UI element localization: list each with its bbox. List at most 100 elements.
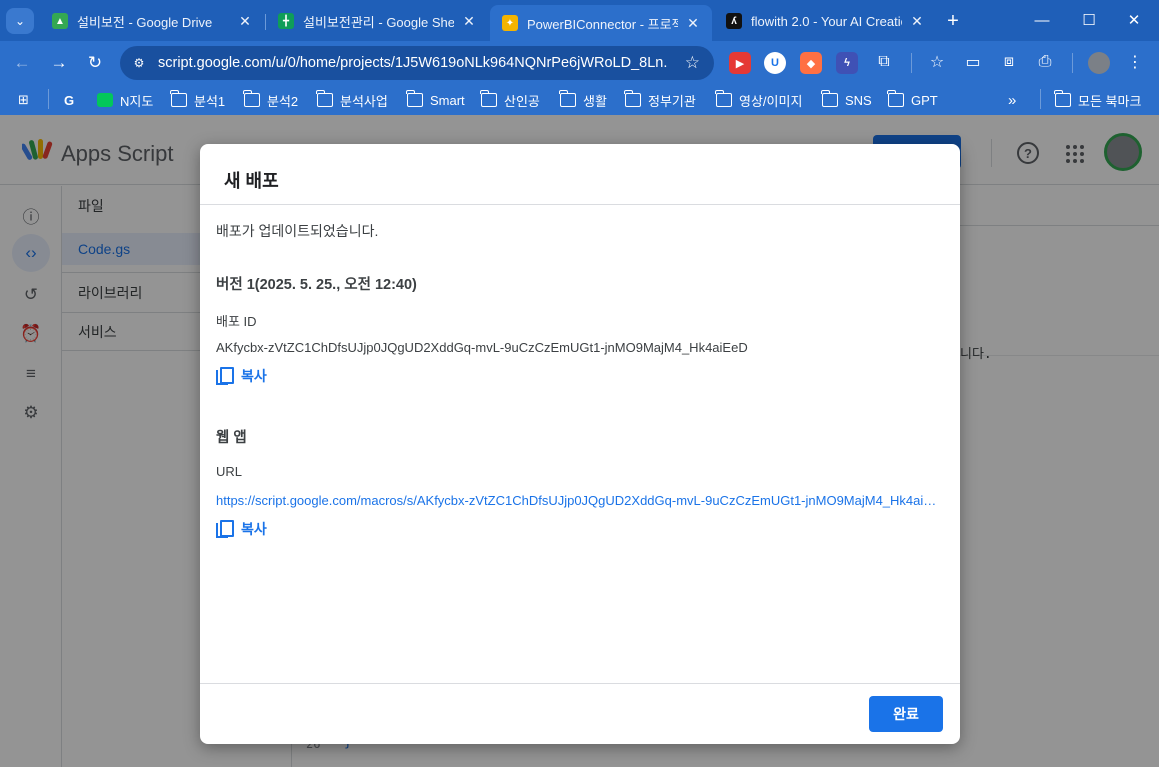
- reload-icon[interactable]: ↻: [81, 49, 109, 77]
- folder-icon: [821, 90, 838, 107]
- extension-u-icon[interactable]: U: [764, 52, 786, 74]
- print-icon[interactable]: ⎙: [1034, 51, 1056, 73]
- bookmark-label: SNS: [845, 92, 872, 108]
- bookmark-label: 정부기관: [648, 93, 696, 109]
- bookmark-label: 모든 북마크: [1078, 93, 1142, 109]
- extension-cube-icon[interactable]: ◆: [800, 52, 822, 74]
- more-menu-icon[interactable]: ⋮: [1124, 51, 1146, 73]
- toolbar-separator: [911, 53, 912, 73]
- bookmark-folder[interactable]: 분석1: [170, 90, 226, 110]
- close-icon[interactable]: ✕: [236, 13, 254, 30]
- close-icon[interactable]: ✕: [460, 13, 478, 30]
- tab-title: 설비보전관리 - Google Shee: [303, 14, 454, 30]
- new-tab-button[interactable]: +: [940, 8, 966, 34]
- bookmarks-star-icon[interactable]: ☆: [926, 51, 948, 73]
- extensions-puzzle-icon[interactable]: ⧉: [873, 51, 895, 73]
- site-info-icon[interactable]: ⚙: [130, 54, 148, 72]
- web-app-heading: 웹 앱: [216, 430, 247, 446]
- folder-icon: [243, 90, 260, 107]
- tab-apps-script[interactable]: ✦ PowerBIConnector - 프로젝... ✕: [490, 5, 712, 41]
- folder-icon: [624, 90, 641, 107]
- bookmark-folder[interactable]: 생활: [559, 90, 607, 110]
- bookmark-folder[interactable]: Smart: [406, 90, 465, 110]
- bookmarks-overflow-button[interactable]: »: [1008, 90, 1016, 110]
- bookmark-folder[interactable]: 영상/이미지: [715, 90, 803, 110]
- folder-icon: [170, 90, 187, 107]
- bookmark-folder[interactable]: 분석사업: [316, 90, 388, 110]
- browser-toolbar: ← → ↻ ⚙ script.google.com/u/0/home/proje…: [0, 41, 1159, 85]
- bookmarks-bar: ⊞ G N지도 분석1 분석2 분석사업 Smart 산인공 생활 정부기관 영…: [0, 85, 1159, 115]
- folder-icon: [406, 90, 423, 107]
- deployment-version: 버전 1(2025. 5. 25., 오전 12:40): [216, 277, 417, 293]
- bookmark-label: N지도: [120, 93, 154, 109]
- bookmark-label: GPT: [911, 92, 938, 108]
- extension-bolt-icon[interactable]: ϟ: [836, 52, 858, 74]
- copy-icon: [216, 520, 234, 538]
- url-text[interactable]: script.google.com/u/0/home/projects/1J5W…: [158, 55, 668, 71]
- bookmark-star-icon[interactable]: ☆: [685, 53, 700, 73]
- forward-arrow-icon[interactable]: →: [45, 49, 73, 77]
- bookmark-label: Smart: [430, 92, 465, 108]
- dialog-footer-divider: [200, 683, 960, 684]
- folder-icon: [887, 90, 904, 107]
- profile-avatar[interactable]: [1088, 52, 1110, 74]
- bookmark-folder[interactable]: SNS: [821, 90, 872, 110]
- maximize-button[interactable]: ☐: [1069, 8, 1109, 32]
- new-deployment-dialog: 새 배포 배포가 업데이트되었습니다. 버전 1(2025. 5. 25., 오…: [200, 144, 960, 744]
- bookmark-label: 산인공: [504, 93, 540, 109]
- folder-icon: [559, 90, 576, 107]
- bookmark-label: 분석2: [267, 93, 299, 109]
- tab-title: PowerBIConnector - 프로젝...: [527, 16, 678, 32]
- copy-icon: [216, 367, 234, 385]
- apps-script-icon: ✦: [502, 15, 518, 31]
- tab-google-drive[interactable]: ▲ 설비보전 - Google Drive ✕: [40, 6, 264, 36]
- bookmark-folder[interactable]: 정부기관: [624, 90, 696, 110]
- web-app-url-link[interactable]: https://script.google.com/macros/s/AKfyc…: [216, 493, 944, 508]
- copy-deployment-id-button[interactable]: 복사: [216, 366, 267, 386]
- address-bar[interactable]: ⚙ script.google.com/u/0/home/projects/1J…: [120, 46, 714, 80]
- close-icon[interactable]: ✕: [908, 13, 926, 30]
- tab-title: flowith 2.0 - Your AI Creatio: [751, 13, 902, 29]
- back-arrow-icon[interactable]: ←: [8, 49, 36, 77]
- google-icon[interactable]: G: [64, 90, 74, 110]
- bookmark-nmap[interactable]: N지도: [97, 90, 153, 110]
- dialog-header-divider: [200, 204, 960, 205]
- apps-grid-icon[interactable]: ⊞: [18, 90, 29, 110]
- copy-url-button[interactable]: 복사: [216, 519, 267, 539]
- close-icon[interactable]: ✕: [684, 15, 702, 32]
- cast-icon[interactable]: ▭: [962, 51, 984, 73]
- translate-icon[interactable]: ⧈: [998, 51, 1020, 73]
- tab-google-sheets[interactable]: ╋ 설비보전관리 - Google Shee ✕: [266, 6, 488, 36]
- folder-icon: [316, 90, 333, 107]
- extension-video-icon[interactable]: ▶: [729, 52, 751, 74]
- bookmark-label: 분석사업: [340, 93, 388, 109]
- minimize-button[interactable]: —: [1022, 8, 1062, 32]
- tab-title: 설비보전 - Google Drive: [77, 14, 213, 30]
- tab-search-button[interactable]: ⌄: [6, 8, 34, 34]
- bookmark-label: 분석1: [194, 93, 226, 109]
- bookmarks-separator: [48, 89, 49, 109]
- deployment-id-value: AKfycbx-zVtZC1ChDfsUJjp0JQgUD2XddGq-mvL-…: [216, 340, 748, 355]
- dialog-title: 새 배포: [224, 171, 279, 191]
- folder-icon: [1054, 90, 1071, 107]
- url-label: URL: [216, 464, 243, 479]
- flowith-icon: ʎ: [726, 13, 742, 29]
- copy-label: 복사: [241, 368, 267, 384]
- nmap-icon: [97, 93, 113, 107]
- tab-flowith[interactable]: ʎ flowith 2.0 - Your AI Creatio ✕: [714, 6, 936, 36]
- bookmark-folder[interactable]: 산인공: [480, 90, 540, 110]
- done-button[interactable]: 완료: [869, 696, 943, 732]
- toolbar-separator: [1072, 53, 1073, 73]
- tab-strip: ⌄ ▲ 설비보전 - Google Drive ✕ ╋ 설비보전관리 - Goo…: [0, 0, 1159, 41]
- google-drive-icon: ▲: [52, 13, 68, 29]
- bookmark-label: 영상/이미지: [739, 93, 803, 109]
- folder-icon: [715, 90, 732, 107]
- bookmarks-separator: [1040, 89, 1041, 109]
- bookmark-label: 생활: [583, 93, 607, 109]
- copy-label: 복사: [241, 521, 267, 537]
- all-bookmarks-folder[interactable]: 모든 북마크: [1054, 90, 1142, 110]
- bookmark-folder[interactable]: GPT: [887, 90, 938, 110]
- folder-icon: [480, 90, 497, 107]
- bookmark-folder[interactable]: 분석2: [243, 90, 299, 110]
- window-close-button[interactable]: ✕: [1114, 8, 1154, 32]
